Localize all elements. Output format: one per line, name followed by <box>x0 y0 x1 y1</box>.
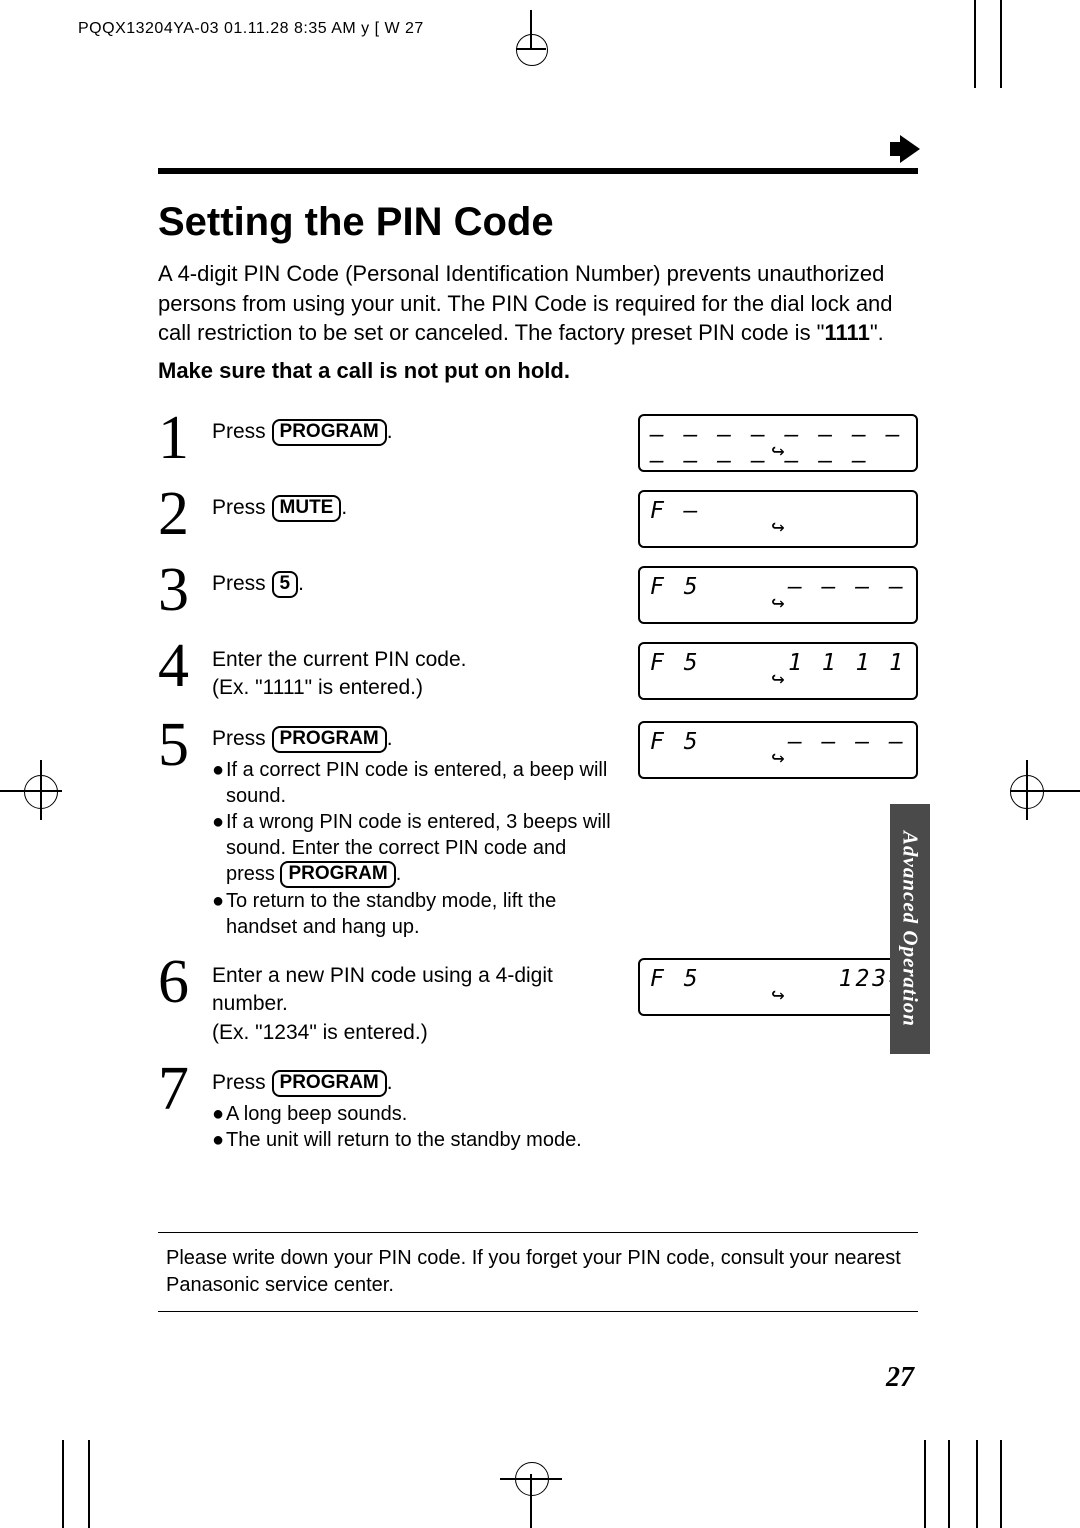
step-row: 2 Press MUTE. F – <box>158 490 918 548</box>
crop-bar <box>976 1440 1002 1528</box>
mute-key: MUTE <box>272 495 342 522</box>
lcd-display: F 5 – – – – <box>638 566 918 624</box>
title-rule <box>158 168 918 174</box>
lcd-right: – – – – <box>788 729 906 755</box>
step-row: 3 Press 5. F 5 – – – – <box>158 566 918 624</box>
step-text: Press <box>212 572 272 595</box>
lcd-cursor-icon <box>771 591 784 616</box>
step-number: 6 <box>158 958 212 1008</box>
step-row: 7 Press PROGRAM. ●A long beep sounds. ●T… <box>158 1065 918 1153</box>
lcd-left: F 5 <box>650 574 701 600</box>
program-key: PROGRAM <box>272 1070 387 1097</box>
intro-text-pre: A 4-digit PIN Code (Personal Identificat… <box>158 261 893 345</box>
lcd-right: 1 1 1 1 <box>788 650 906 676</box>
bullet-text: To return to the standby mode, lift the … <box>226 888 618 940</box>
step-text: (Ex. "1234" is entered.) <box>212 1019 618 1047</box>
step-body: Enter the current PIN code. (Ex. "1111" … <box>212 642 628 703</box>
step-number: 3 <box>158 566 212 616</box>
step-text: Press <box>212 727 272 750</box>
step-number: 7 <box>158 1065 212 1115</box>
step-body: Press PROGRAM. ●A long beep sounds. ●The… <box>212 1065 918 1153</box>
program-key: PROGRAM <box>272 726 387 753</box>
bullet-text: A long beep sounds. <box>226 1101 407 1127</box>
step-number: 4 <box>158 642 212 692</box>
crop-mark-top <box>530 10 532 50</box>
bullet-text: The unit will return to the standby mode… <box>226 1127 582 1153</box>
lcd-cursor-icon <box>771 439 784 464</box>
step-text: . <box>298 572 304 595</box>
step-text: (Ex. "1111" is entered.) <box>212 674 618 702</box>
crop-bar <box>62 1440 64 1528</box>
step-text: . <box>387 1071 393 1094</box>
crop-mark-left <box>40 760 42 820</box>
bullet-icon: ● <box>212 888 226 940</box>
lcd-display: F 5 1 1 1 1 <box>638 642 918 700</box>
program-key: PROGRAM <box>280 861 395 888</box>
lcd-cursor-icon <box>771 983 784 1008</box>
bullet-icon: ● <box>212 757 226 809</box>
lcd-right: – – – – <box>788 574 906 600</box>
page-number: 27 <box>886 1362 914 1394</box>
intro-text-post: ". <box>870 320 884 345</box>
crop-mark-bottom <box>500 1478 562 1480</box>
step-text: Enter a new PIN code using a 4-digit num… <box>212 962 618 1019</box>
step-text: . <box>341 496 347 519</box>
crop-mark-right <box>1026 760 1028 820</box>
crop-bar <box>1000 0 1002 88</box>
intro-paragraph: A 4-digit PIN Code (Personal Identificat… <box>158 259 918 348</box>
section-tab: Advanced Operation <box>890 804 930 1054</box>
step-text: Press <box>212 420 272 443</box>
lcd-left: F – <box>650 498 701 524</box>
bullet-text: If a correct PIN code is entered, a beep… <box>226 757 618 809</box>
step-text: . <box>387 727 393 750</box>
step-number: 5 <box>158 721 212 771</box>
lcd-left: F 5 <box>650 966 701 992</box>
step-text: Press <box>212 496 272 519</box>
step-body: Press MUTE. <box>212 490 628 522</box>
step-body: Press PROGRAM. <box>212 414 628 446</box>
five-key: 5 <box>272 571 299 598</box>
lcd-cursor-icon <box>771 515 784 540</box>
step-row: 5 Press PROGRAM. ●If a correct PIN code … <box>158 721 918 940</box>
note-box: Please write down your PIN code. If you … <box>158 1232 918 1312</box>
bullet-text: If a wrong PIN code is entered, 3 beeps … <box>226 809 618 888</box>
lcd-left: F 5 <box>650 650 701 676</box>
intro-pin-default: 1111 <box>825 320 870 345</box>
step-body: Press PROGRAM. ●If a correct PIN code is… <box>212 721 628 940</box>
bullet-icon: ● <box>212 809 226 888</box>
lcd-display: – – – – – – – – – – – – – – – <box>638 414 918 472</box>
crop-bar <box>924 1440 950 1528</box>
continue-arrow-icon <box>900 135 920 163</box>
step-row: 6 Enter a new PIN code using a 4-digit n… <box>158 958 918 1047</box>
step-number: 2 <box>158 490 212 540</box>
print-header: PQQX13204YA-03 01.11.28 8:35 AM y [ W 27 <box>78 20 424 38</box>
precondition-note: Make sure that a call is not put on hold… <box>158 358 918 384</box>
lcd-left: F 5 <box>650 729 701 755</box>
step-row: 4 Enter the current PIN code. (Ex. "1111… <box>158 642 918 703</box>
step-body: Enter a new PIN code using a 4-digit num… <box>212 958 628 1047</box>
lcd-cursor-icon <box>771 667 784 692</box>
step-row: 1 Press PROGRAM. – – – – – – – – – – – –… <box>158 414 918 472</box>
lcd-display: F 5 – – – – <box>638 721 918 779</box>
crop-bar <box>88 1440 90 1528</box>
step-body: Press 5. <box>212 566 628 598</box>
step-text: . <box>387 420 393 443</box>
page-title: Setting the PIN Code <box>158 200 918 245</box>
bullet-icon: ● <box>212 1127 226 1153</box>
crop-bar <box>974 0 976 88</box>
steps-list: 1 Press PROGRAM. – – – – – – – – – – – –… <box>158 414 918 1153</box>
step-number: 1 <box>158 414 212 464</box>
step-text: Press <box>212 1071 272 1094</box>
bullet-icon: ● <box>212 1101 226 1127</box>
step-text: Enter the current PIN code. <box>212 646 618 674</box>
lcd-display: F 5 1234 <box>638 958 918 1016</box>
program-key: PROGRAM <box>272 419 387 446</box>
lcd-display: F – <box>638 490 918 548</box>
lcd-cursor-icon <box>771 746 784 771</box>
